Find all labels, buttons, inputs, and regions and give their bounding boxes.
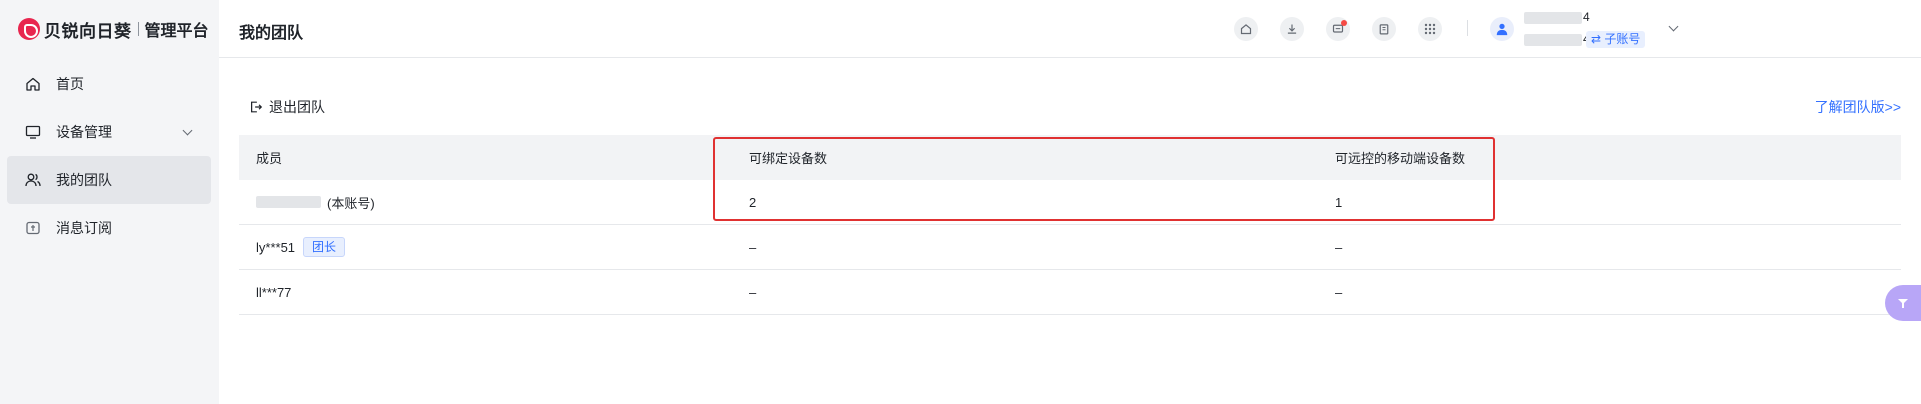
member-cell: ly***51 团长 [239, 237, 732, 257]
brand-divider [137, 22, 139, 36]
sidebar-item-label: 我的团队 [56, 172, 112, 188]
sub-account-button[interactable]: ⇄ 子账号 [1586, 31, 1646, 48]
member-name: ly***51 [256, 239, 296, 255]
home-icon [24, 76, 41, 93]
sunlogin-logo-icon [18, 18, 40, 40]
table-row: (本账号) 2 1 [239, 180, 1901, 225]
top-header: 我的团队 [219, 0, 1921, 58]
chevron-down-icon[interactable] [182, 125, 193, 135]
bindable-devices-cell: – [749, 284, 757, 300]
notification-dot [1341, 20, 1347, 26]
bindable-devices-cell: – [749, 239, 757, 255]
table-row: ll***77 – – [239, 270, 1901, 315]
sidebar-item-home[interactable]: 首页 [7, 60, 211, 108]
sidebar-item-label: 设备管理 [56, 124, 112, 140]
column-header-mobile-devices: 可远控的移动端设备数 [1335, 151, 1466, 166]
download-icon[interactable] [1280, 17, 1304, 41]
logo[interactable]: 贝锐向日葵 管理平台 [18, 18, 209, 41]
user-account-menu[interactable]: 4 4 ⇄ 子账号 [1524, 10, 1646, 50]
table-row: ly***51 团长 – – [239, 225, 1901, 270]
member-cell: (本账号) [239, 193, 732, 212]
header-toolbar [1234, 17, 1464, 41]
brand-subtitle: 管理平台 [144, 23, 209, 40]
assistant-icon [1898, 299, 1908, 308]
bindable-devices-cell: 2 [749, 194, 757, 210]
member-cell: ll***77 [239, 285, 732, 300]
avatar[interactable] [1490, 17, 1514, 41]
message-icon[interactable] [1326, 17, 1350, 41]
sidebar-item-my-team[interactable]: 我的团队 [7, 156, 211, 204]
sidebar-item-label: 消息订阅 [56, 220, 112, 236]
user-icon [1496, 23, 1508, 36]
page-title: 我的团队 [239, 25, 304, 42]
apps-grid-icon[interactable] [1418, 17, 1442, 41]
exit-team-label: 退出团队 [269, 99, 325, 115]
table-header: 成员 可绑定设备数 可远控的移动端设备数 [239, 135, 1901, 180]
sidebar-item-label: 首页 [56, 76, 84, 92]
column-header-member: 成员 [256, 151, 283, 166]
subscription-icon [24, 220, 41, 237]
users-icon [24, 172, 41, 189]
redacted-username [1524, 12, 1582, 24]
mobile-devices-cell: 1 [1335, 194, 1343, 210]
member-name: ll***77 [256, 284, 292, 300]
mobile-devices-cell: – [1335, 284, 1343, 300]
sidebar-nav: 首页 设备管理 我的团队 消息订阅 [7, 60, 211, 252]
floating-help-button[interactable] [1885, 285, 1921, 321]
team-members-table: 成员 可绑定设备数 可远控的移动端设备数 (本账号) 2 1 ly***51 团… [239, 135, 1901, 315]
monitor-icon [24, 124, 41, 141]
username-suffix: 4 [1583, 10, 1590, 24]
team-leader-badge: 团长 [303, 237, 346, 257]
exit-icon [251, 101, 263, 113]
sidebar-item-message-subscription[interactable]: 消息订阅 [7, 204, 211, 252]
header-divider [1467, 20, 1468, 36]
column-header-bindable-devices: 可绑定设备数 [749, 151, 828, 166]
clipboard-icon[interactable] [1372, 17, 1396, 41]
redacted-member-name [256, 196, 321, 208]
sidebar: 贝锐向日葵 管理平台 首页 设备管理 我的团队 消息订阅 [0, 0, 219, 404]
exit-team-button[interactable]: 退出团队 [249, 97, 325, 117]
mobile-devices-cell: – [1335, 239, 1343, 255]
learn-team-edition-link[interactable]: 了解团队版>> [1815, 97, 1901, 117]
home-icon[interactable] [1234, 17, 1258, 41]
redacted-account-id [1524, 34, 1582, 46]
member-name: (本账号) [327, 195, 375, 211]
sidebar-item-device-management[interactable]: 设备管理 [7, 108, 211, 156]
brand-name: 贝锐向日葵 [44, 21, 132, 41]
